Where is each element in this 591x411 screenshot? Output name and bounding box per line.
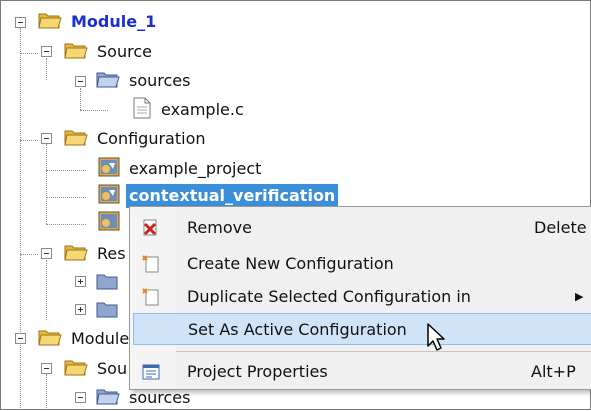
configuration-icon	[98, 157, 120, 181]
tree-connector	[46, 58, 47, 80]
open-folder-icon	[64, 40, 88, 64]
tree-node-label: Module_1	[71, 12, 157, 31]
blue-folder-icon	[96, 69, 120, 93]
tree-connector	[20, 254, 38, 255]
blue-folder-icon	[96, 299, 120, 323]
tree-node-collapsed-folder[interactable]	[96, 270, 126, 296]
collapse-toggle[interactable]	[41, 133, 52, 144]
tree-node-module2[interactable]: Module	[38, 326, 132, 352]
menu-item-shortcut: Alt+P	[531, 361, 576, 381]
tree-connector	[80, 110, 108, 111]
tree-node-label: Sou	[97, 359, 128, 378]
tree-connector	[46, 224, 86, 225]
open-folder-icon	[38, 327, 62, 351]
tree-connector	[46, 374, 47, 410]
blue-folder-icon	[96, 386, 120, 410]
menu-item-remove[interactable]: Remove Delete	[132, 211, 591, 243]
tree-node-label: example_project	[129, 159, 262, 178]
properties-window-icon	[142, 363, 160, 381]
collapse-toggle[interactable]	[41, 363, 52, 374]
menu-separator	[176, 351, 591, 352]
menu-item-create-new-configuration[interactable]: Create New Configuration	[132, 247, 591, 279]
collapse-toggle[interactable]	[15, 333, 26, 344]
tree-connector	[80, 88, 81, 110]
tree-node-configuration-item[interactable]	[98, 210, 126, 236]
menu-item-label: Remove	[187, 217, 252, 237]
tree-node-label-selected: contextual_verification	[126, 184, 339, 208]
tree-node-source[interactable]: Source	[64, 39, 155, 65]
menu-item-project-properties[interactable]: Project Properties Alt+P	[132, 355, 591, 387]
collapse-toggle[interactable]	[75, 392, 86, 403]
tree-node-source2[interactable]: Sou	[64, 356, 130, 382]
mouse-pointer-icon	[426, 322, 448, 356]
tree-node-label: Source	[97, 42, 152, 61]
configuration-icon	[98, 184, 120, 208]
tree-connector	[46, 170, 86, 171]
menu-item-label: Duplicate Selected Configuration in	[187, 286, 471, 306]
collapse-toggle[interactable]	[41, 46, 52, 57]
tree-node-resources[interactable]: Res	[64, 241, 129, 267]
tree-node-label: example.c	[161, 100, 244, 119]
tree-node-example-c[interactable]: example.c	[132, 97, 247, 123]
open-folder-icon	[64, 357, 88, 381]
tree-node-sources[interactable]: sources	[96, 68, 193, 94]
tree-node-configuration[interactable]: Configuration	[64, 126, 209, 152]
menu-item-set-active-configuration[interactable]: Set As Active Configuration	[133, 313, 591, 345]
tree-connector	[20, 140, 38, 141]
tree-node-collapsed-folder[interactable]	[96, 298, 126, 324]
tree-connector	[20, 53, 38, 54]
blue-folder-icon	[96, 271, 120, 295]
tree-connector	[46, 197, 86, 198]
tree-connector	[46, 260, 47, 320]
menu-item-label: Project Properties	[187, 361, 328, 381]
collapse-toggle[interactable]	[15, 17, 26, 28]
submenu-arrow-icon: ▶	[575, 289, 584, 303]
expand-toggle[interactable]	[75, 304, 86, 315]
tree-node-label: sources	[129, 71, 191, 90]
menu-item-label: Set As Active Configuration	[188, 319, 407, 339]
configuration-icon	[98, 211, 120, 235]
collapse-toggle[interactable]	[41, 248, 52, 259]
expand-toggle[interactable]	[75, 276, 86, 287]
tree-node-module1[interactable]: Module_1	[38, 9, 159, 35]
open-folder-icon	[64, 242, 88, 266]
open-folder-icon	[64, 127, 88, 151]
new-config-icon	[142, 255, 160, 273]
open-folder-icon	[38, 10, 62, 34]
menu-item-duplicate-configuration[interactable]: Duplicate Selected Configuration in ▶	[132, 280, 591, 312]
context-menu: Remove Delete Create New Configuration D…	[129, 206, 591, 390]
tree-connector	[46, 144, 47, 224]
menu-item-shortcut: Delete	[534, 217, 587, 237]
tree-connector	[20, 28, 21, 410]
tree-node-label: Configuration	[97, 129, 206, 148]
tree-node-label: Res	[97, 244, 126, 263]
tree-node-example-project[interactable]: example_project	[98, 156, 264, 182]
red-x-remove-icon	[142, 219, 160, 237]
collapse-toggle[interactable]	[75, 76, 86, 87]
file-icon	[132, 97, 152, 123]
duplicate-config-icon	[142, 288, 160, 306]
tree-node-label: Module	[71, 329, 130, 348]
menu-item-label: Create New Configuration	[187, 253, 394, 273]
